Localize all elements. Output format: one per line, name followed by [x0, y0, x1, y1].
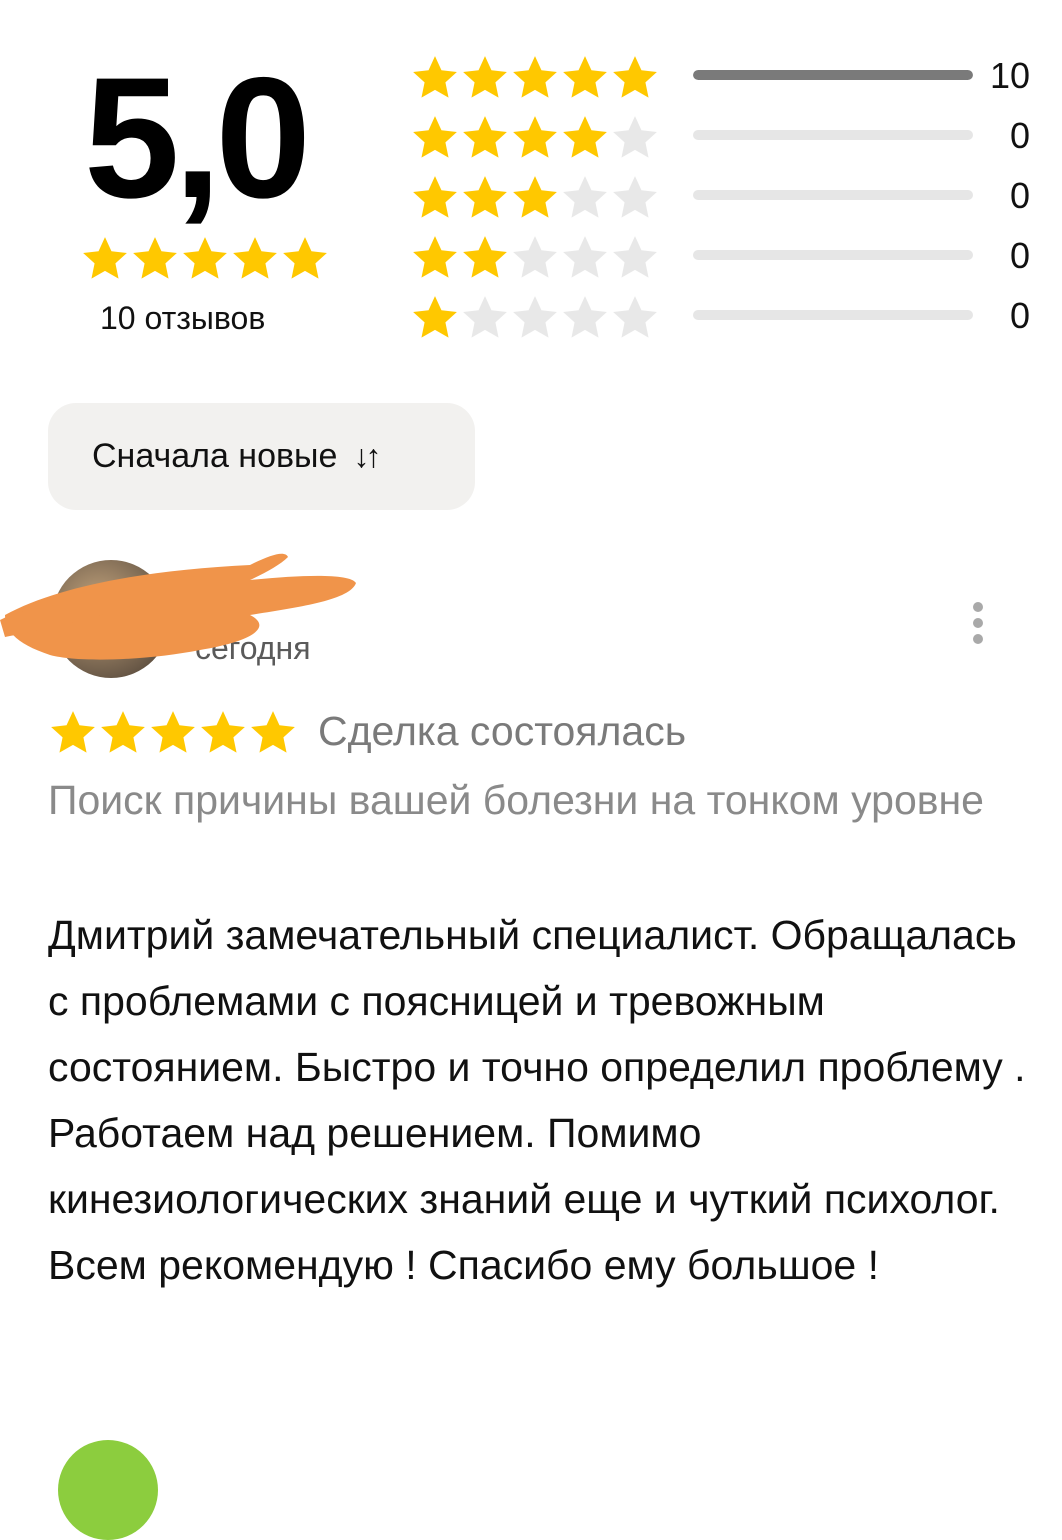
redaction-scribble: [0, 553, 356, 660]
next-reviewer-avatar[interactable]: [58, 1440, 158, 1540]
sort-arrows-icon: ↓↑: [353, 438, 381, 474]
rating-bar-track: [693, 130, 973, 140]
star-filled-icon: [510, 173, 560, 223]
star-empty-icon: [560, 233, 610, 283]
review-service-name[interactable]: Поиск причины вашей болезни на тонком ур…: [48, 770, 1008, 831]
total-reviews-count: 10 отзывов: [100, 300, 266, 336]
rating-bar-track: [693, 190, 973, 200]
star-filled-icon: [610, 53, 660, 103]
rating-row-5[interactable]: 10: [410, 53, 1050, 99]
rating-row-stars: [410, 293, 660, 343]
star-filled-icon: [410, 293, 460, 343]
sort-button[interactable]: Сначала новые ↓↑: [48, 403, 475, 510]
rating-row-1[interactable]: 0: [410, 293, 1050, 339]
star-filled-icon: [80, 234, 130, 282]
star-empty-icon: [610, 173, 660, 223]
rating-row-stars: [410, 53, 660, 103]
star-filled-icon: [48, 708, 98, 758]
star-empty-icon: [460, 293, 510, 343]
more-dot: [973, 602, 983, 612]
star-filled-icon: [460, 173, 510, 223]
star-filled-icon: [410, 53, 460, 103]
rating-bar-fill: [693, 70, 973, 80]
review-text: Дмитрий замечательный специалист. Обраща…: [48, 912, 1026, 1288]
average-rating: 5,0: [84, 42, 311, 234]
rating-row-stars: [410, 233, 660, 283]
rating-bar-track: [693, 250, 973, 260]
star-filled-icon: [148, 708, 198, 758]
deal-status: Сделка состоялась: [318, 708, 687, 754]
review-rating-stars: [48, 708, 298, 758]
star-filled-icon: [460, 233, 510, 283]
star-filled-icon: [130, 234, 180, 282]
sort-button-label: Сначала новые: [92, 437, 338, 475]
star-empty-icon: [560, 293, 610, 343]
rating-count: 10: [989, 55, 1030, 96]
star-empty-icon: [610, 293, 660, 343]
star-filled-icon: [280, 234, 330, 282]
rating-row-stars: [410, 173, 660, 223]
star-filled-icon: [410, 173, 460, 223]
star-empty-icon: [510, 233, 560, 283]
star-empty-icon: [510, 293, 560, 343]
star-filled-icon: [248, 708, 298, 758]
star-filled-icon: [410, 113, 460, 163]
review-more-button[interactable]: [965, 598, 991, 644]
rating-count: 0: [1009, 175, 1030, 216]
star-empty-icon: [610, 233, 660, 283]
more-dot: [973, 618, 983, 628]
rating-count: 0: [1009, 235, 1030, 276]
star-filled-icon: [510, 113, 560, 163]
rating-row-stars: [410, 113, 660, 163]
star-filled-icon: [510, 53, 560, 103]
rating-count: 0: [1009, 295, 1030, 336]
star-empty-icon: [610, 113, 660, 163]
star-filled-icon: [460, 53, 510, 103]
rating-bar-track: [693, 70, 973, 80]
average-rating-stars: [80, 234, 330, 282]
rating-row-4[interactable]: 0: [410, 113, 1050, 159]
rating-row-3[interactable]: 0: [410, 173, 1050, 219]
star-empty-icon: [560, 173, 610, 223]
star-filled-icon: [230, 234, 280, 282]
star-filled-icon: [560, 53, 610, 103]
rating-count: 0: [1009, 115, 1030, 156]
star-filled-icon: [198, 708, 248, 758]
star-filled-icon: [98, 708, 148, 758]
rating-row-2[interactable]: 0: [410, 233, 1050, 279]
star-filled-icon: [180, 234, 230, 282]
rating-bar-track: [693, 310, 973, 320]
star-filled-icon: [410, 233, 460, 283]
star-filled-icon: [460, 113, 510, 163]
more-dot: [973, 634, 983, 644]
star-filled-icon: [560, 113, 610, 163]
